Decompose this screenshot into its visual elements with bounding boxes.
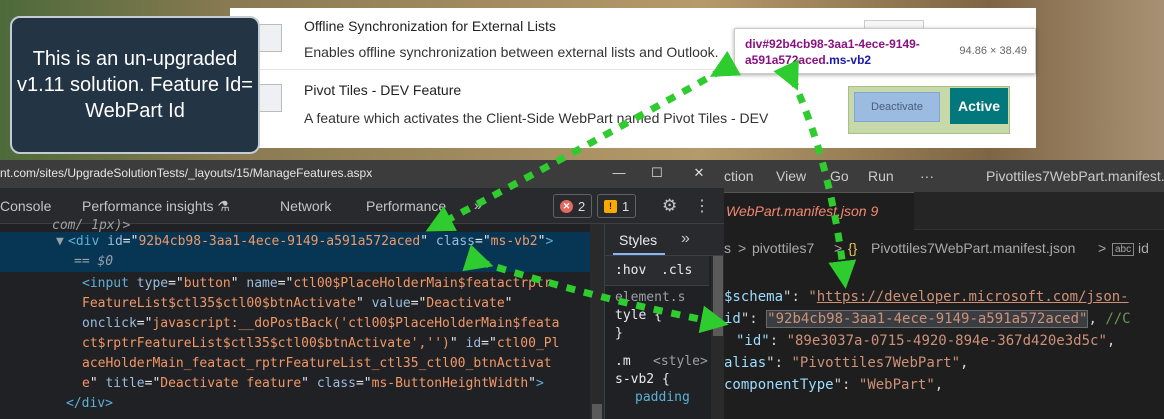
arrow-devtools-to-vscode bbox=[462, 244, 729, 334]
annotation-arrows bbox=[425, 50, 857, 334]
arrow-tooltip-to-devtools bbox=[425, 50, 742, 232]
arrow-tooltip-to-manifest bbox=[773, 59, 857, 289]
